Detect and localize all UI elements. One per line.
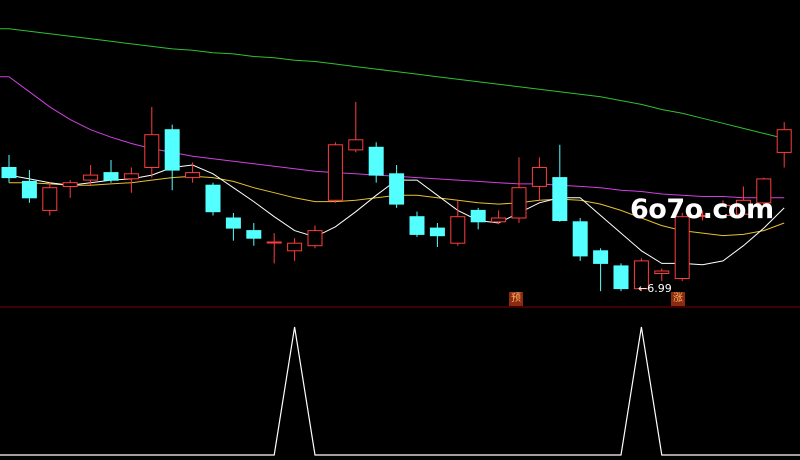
kline-chart [0,0,800,460]
candle-body-down [593,250,609,264]
candle-body-down [429,227,445,237]
candle [205,182,221,216]
candle [42,182,58,216]
candle-body-up [266,241,282,244]
candle-body-down [1,167,17,179]
watermark: 6o7o.com [630,194,774,225]
candle-body-down [205,184,221,213]
candle-body-up [348,139,364,151]
candle [327,142,343,203]
candle [572,217,588,261]
candle-body-up [123,173,139,180]
candle-body-up [185,172,201,179]
candle-body-down [368,146,384,176]
candle-body-up [491,217,507,223]
candle-body-up [287,242,303,252]
candle-body-up [42,187,58,211]
candle-body-down [409,216,425,235]
candle-body-up [654,270,670,274]
candle-body-down [246,230,262,239]
candle-body-up [450,216,466,244]
candle [613,263,629,292]
candle-body-up [511,187,527,219]
candle-body-down [164,129,180,171]
candle-body-down [552,177,568,222]
candle-body-up [62,182,78,187]
candle-body-down [21,180,37,199]
candle-body-up [776,129,792,153]
candle-body-down [103,172,119,181]
candle-body-down [572,221,588,257]
candle-body-down [389,173,405,205]
marker-rise: 涨 [671,292,685,306]
candle-body-down [470,209,486,223]
low-price-label: ←6.99 [638,282,672,295]
candle-body-down [225,217,241,229]
candle-body-up [531,167,547,187]
candle-body-up [307,230,323,247]
candle-body-up [674,216,690,279]
candle-body-up [327,144,343,201]
candle-body-up [83,174,99,181]
candle-body-up [144,134,160,168]
marker-pre: 预 [509,292,523,306]
candle-body-down [613,265,629,290]
